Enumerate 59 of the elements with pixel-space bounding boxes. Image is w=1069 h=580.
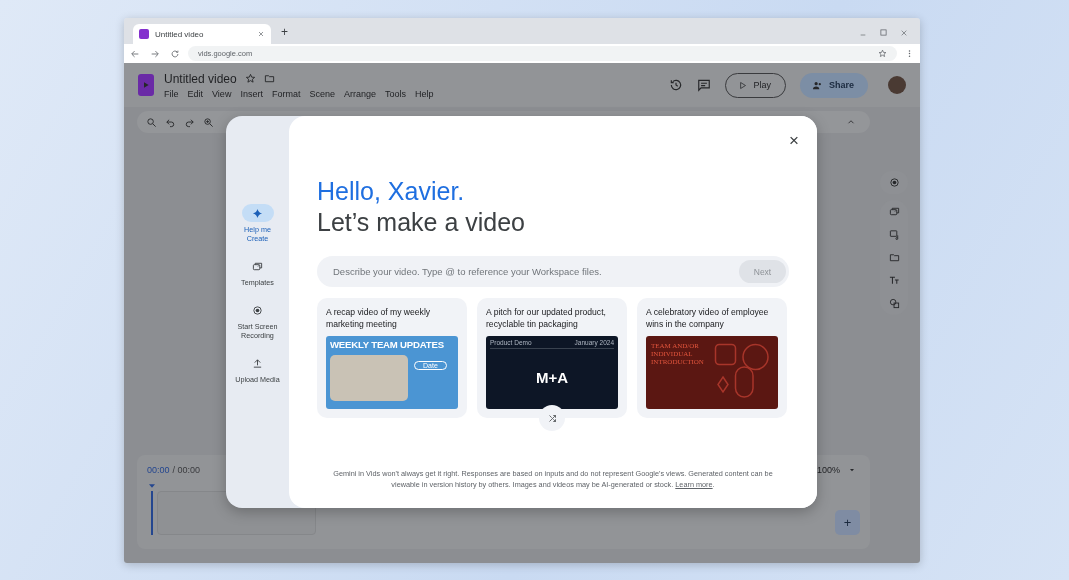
maximize-icon[interactable] — [879, 28, 888, 37]
folder-icon[interactable] — [888, 252, 900, 263]
total-time: / 00:00 — [172, 465, 201, 475]
new-tab-button[interactable]: + — [281, 25, 288, 39]
text-icon[interactable] — [888, 275, 900, 286]
undo-icon[interactable] — [165, 116, 176, 128]
play-icon — [738, 80, 748, 90]
templates-icon — [252, 260, 263, 272]
folder-icon[interactable] — [263, 73, 275, 84]
star-icon[interactable] — [878, 49, 887, 58]
reload-icon[interactable] — [170, 48, 180, 59]
media-icon[interactable] — [888, 229, 900, 240]
document-title[interactable]: Untitled video — [164, 71, 237, 86]
zoom-level[interactable]: 100% — [816, 465, 840, 475]
search-icon[interactable] — [146, 116, 157, 128]
thumbnail-title: M+A — [535, 369, 569, 386]
browser-tab[interactable]: Untitled video — [133, 24, 271, 44]
tab-title: Untitled video — [155, 29, 205, 39]
app-favicon-icon — [139, 29, 149, 39]
menu-item[interactable]: Help — [415, 88, 434, 99]
back-arrow-icon[interactable] — [130, 48, 140, 59]
close-icon[interactable] — [257, 30, 265, 38]
templates-icon[interactable] — [888, 206, 900, 217]
playhead[interactable] — [147, 483, 157, 535]
avatar[interactable] — [888, 76, 906, 94]
shuffle-icon — [547, 413, 557, 423]
forward-arrow-icon[interactable] — [150, 48, 160, 59]
star-icon[interactable] — [244, 73, 256, 84]
upload-icon — [252, 357, 263, 369]
record-icon[interactable] — [888, 177, 900, 188]
zoom-in-icon[interactable] — [203, 116, 214, 128]
add-scene-button[interactable]: + — [835, 510, 860, 535]
current-time: 00:00 — [147, 465, 170, 475]
close-icon[interactable] — [900, 28, 908, 37]
redo-icon[interactable] — [184, 116, 195, 128]
caret-icon[interactable] — [848, 466, 856, 474]
menu-item[interactable]: Arrange — [343, 88, 376, 99]
people-icon — [812, 79, 823, 91]
history-icon[interactable] — [669, 78, 684, 92]
menu-item[interactable]: Edit — [187, 88, 204, 99]
suggestion-caption: A pitch for our updated product, recyclable tin packaging — [486, 306, 607, 331]
comment-icon[interactable] — [697, 78, 712, 92]
thumbnail-title: WEEKLY TEAM UPDATES — [330, 339, 445, 351]
greeting: Hello, Xavier. — [317, 176, 466, 206]
menu-item[interactable]: Format — [271, 88, 301, 99]
suggestion-caption: A celebratory video of employee wins in the company — [646, 306, 770, 331]
menu-item[interactable]: Tools — [385, 88, 406, 99]
sparkle-icon — [252, 207, 263, 219]
suggestion-caption: A recap video of my weekly marketing meeting — [326, 306, 432, 331]
close-button[interactable]: × — [789, 132, 799, 149]
menu-item[interactable]: Insert — [240, 88, 263, 99]
record-icon — [252, 304, 263, 316]
shapes-icon[interactable] — [888, 298, 900, 309]
headline: Let’s make a video — [317, 207, 526, 238]
menu-item[interactable]: View — [212, 88, 232, 99]
share-button[interactable]: Share — [800, 72, 868, 98]
menu-item[interactable]: Scene — [309, 88, 335, 99]
menu-item[interactable]: File — [164, 88, 179, 99]
app-logo-icon[interactable] — [138, 74, 154, 96]
